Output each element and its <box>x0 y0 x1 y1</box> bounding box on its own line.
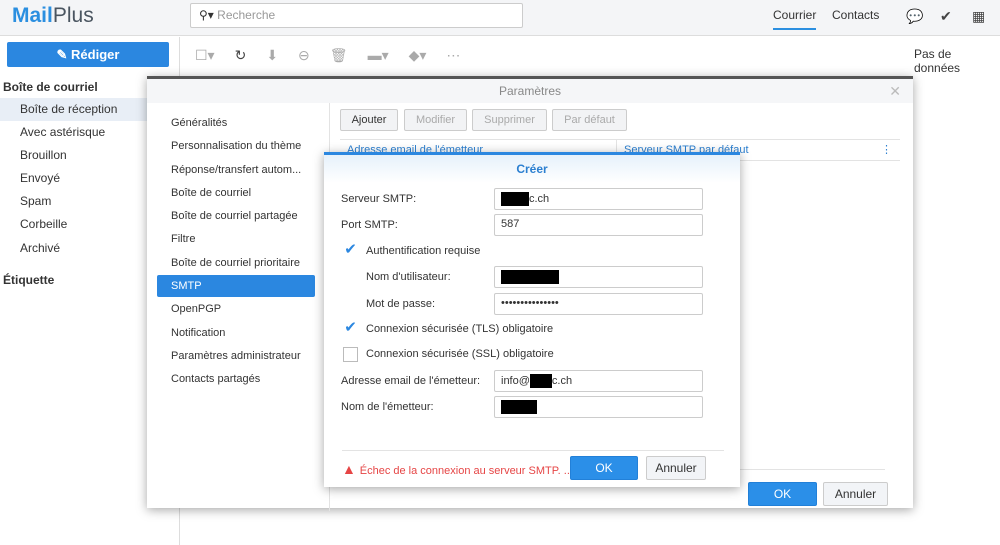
settings-nav-item[interactable]: OpenPGP <box>157 298 315 320</box>
settings-title: Paramètres <box>147 79 913 103</box>
create-dialog-title: Créer <box>324 155 740 183</box>
username-input[interactable] <box>494 266 703 288</box>
auth-checkbox[interactable]: ✔ <box>343 242 358 258</box>
create-ok-button[interactable]: OK <box>570 456 638 480</box>
password-input[interactable]: ••••••••••••••• <box>494 293 703 315</box>
sender-email-label: Adresse email de l'émetteur: <box>341 375 481 387</box>
folder-icon[interactable]: ▬▾ <box>368 47 389 64</box>
settings-nav-item[interactable]: Boîte de courriel prioritaire <box>157 252 315 274</box>
more-icon[interactable]: ⋯ <box>446 47 460 64</box>
smtp-server-input[interactable]: c.ch <box>494 188 703 210</box>
sender-name-input[interactable] <box>494 396 703 418</box>
tasks-icon[interactable]: ✔ <box>940 8 952 25</box>
tab-contacts[interactable]: Contacts <box>832 8 879 22</box>
password-label: Mot de passe: <box>366 298 436 310</box>
error-message: ▲ Échec de la connexion au serveur SMTP.… <box>342 461 573 477</box>
settings-nav-item[interactable]: Réponse/transfert autom... <box>157 159 315 181</box>
tls-checkbox[interactable]: ✔ <box>343 320 358 336</box>
column-menu-icon[interactable]: ⋮ <box>881 140 892 160</box>
smtp-port-input[interactable]: 587 <box>494 214 703 236</box>
delete-button[interactable]: Supprimer <box>472 109 547 131</box>
edit-button[interactable]: Modifier <box>404 109 467 131</box>
settings-nav-item[interactable]: Boîte de courriel <box>157 182 315 204</box>
tab-courrier[interactable]: Courrier <box>773 8 817 30</box>
search-icon: ⚲▾ <box>199 8 218 22</box>
archive-icon[interactable]: ⬇ <box>266 47 278 64</box>
mail-toolbar: ☐▾ ↻ ⬇ ⊖ 🗑 ▬▾ ◆▾ ⋯ <box>195 43 480 68</box>
settings-nav-item[interactable]: Filtre <box>157 228 315 250</box>
settings-nav-item[interactable]: Paramètres administrateur <box>157 345 315 367</box>
tls-label: Connexion sécurisée (TLS) obligatoire <box>366 323 554 335</box>
close-icon[interactable]: ✕ <box>889 83 901 100</box>
mailplus-logo: MailPlus <box>12 4 94 27</box>
settings-ok-button[interactable]: OK <box>748 482 817 506</box>
sender-name-label: Nom de l'émetteur: <box>341 401 434 413</box>
settings-nav-item[interactable]: Boîte de courriel partagée <box>157 205 315 227</box>
settings-nav-item[interactable]: Personnalisation du thème <box>157 135 315 157</box>
settings-nav-item[interactable]: Généralités <box>157 112 315 134</box>
no-data-text: Pas de données <box>914 47 961 75</box>
pencil-icon: ✎ <box>56 47 72 62</box>
set-default-button[interactable]: Par défaut <box>552 109 627 131</box>
username-label: Nom d'utilisateur: <box>366 271 451 283</box>
settings-nav-item[interactable]: Notification <box>157 322 315 344</box>
create-cancel-button[interactable]: Annuler <box>646 456 706 480</box>
block-icon[interactable]: ⊖ <box>298 47 310 64</box>
chat-icon[interactable]: 💬 <box>906 8 923 25</box>
settings-nav-item-smtp[interactable]: SMTP <box>157 275 315 297</box>
ssl-checkbox[interactable] <box>343 347 358 362</box>
select-checkbox[interactable]: ☐▾ <box>195 47 215 64</box>
smtp-port-label: Port SMTP: <box>341 219 398 231</box>
add-button[interactable]: Ajouter <box>340 109 398 131</box>
smtp-server-label: Serveur SMTP: <box>341 193 417 205</box>
sender-email-input[interactable]: info@ c.ch <box>494 370 703 392</box>
tag-icon[interactable]: ◆▾ <box>409 47 427 64</box>
mailbox-heading: Boîte de courriel <box>3 80 98 94</box>
ssl-label: Connexion sécurisée (SSL) obligatoire <box>366 348 554 360</box>
auth-label: Authentification requise <box>366 245 481 257</box>
create-smtp-dialog: Créer Serveur SMTP: c.ch Port SMTP: 587 … <box>324 152 740 487</box>
warning-icon: ▲ <box>342 461 360 477</box>
settings-cancel-button[interactable]: Annuler <box>823 482 888 506</box>
settings-nav-item[interactable]: Contacts partagés <box>157 368 315 390</box>
divider <box>342 450 724 451</box>
apps-icon[interactable]: ▦ <box>972 8 985 25</box>
trash-icon[interactable]: 🗑 <box>330 47 348 64</box>
label-heading: Étiquette <box>3 273 55 287</box>
search-input[interactable]: ⚲▾ Recherche <box>190 3 523 28</box>
refresh-icon[interactable]: ↻ <box>235 47 247 64</box>
compose-button[interactable]: ✎ Rédiger <box>7 42 169 67</box>
